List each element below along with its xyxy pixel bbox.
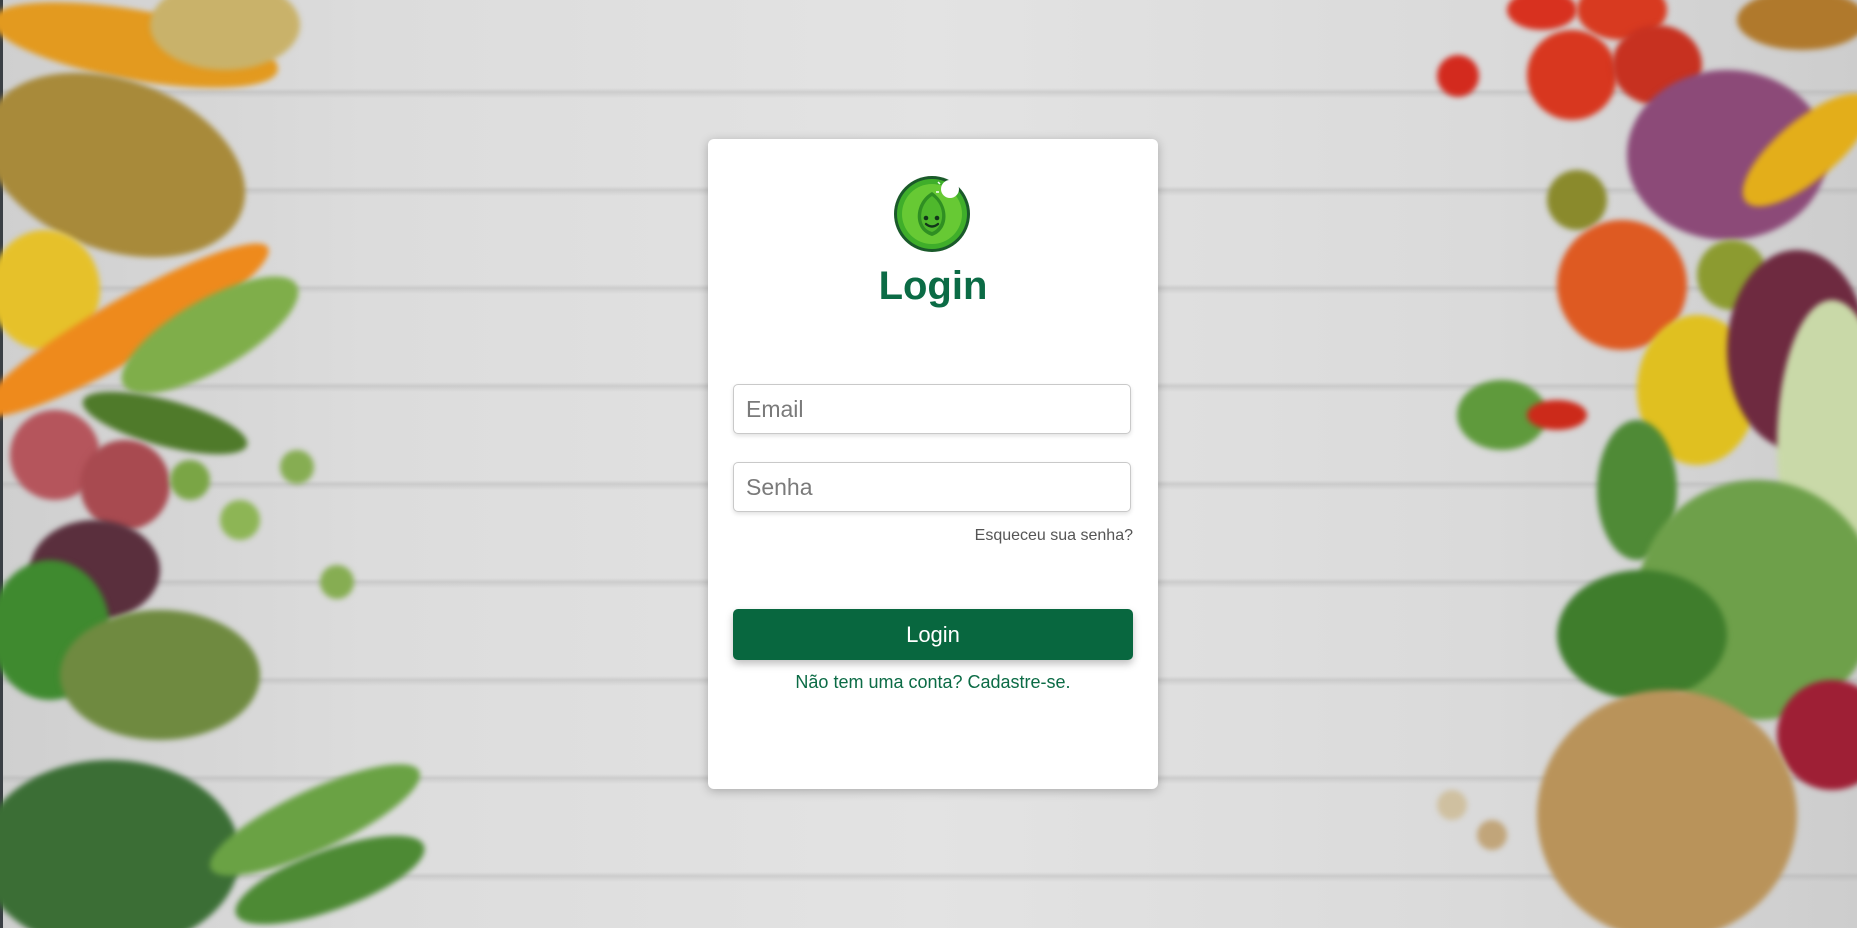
- login-button[interactable]: Login: [733, 609, 1133, 660]
- leaf-smile-logo-icon: [892, 174, 972, 254]
- email-input[interactable]: [733, 384, 1131, 434]
- background-produce-right: [1397, 0, 1857, 928]
- login-card: Login Esqueceu sua senha? Login Não tem …: [708, 139, 1158, 789]
- page-title: Login: [878, 264, 988, 308]
- background-produce-left: [0, 0, 460, 928]
- signup-link[interactable]: Não tem uma conta? Cadastre-se.: [708, 672, 1158, 693]
- password-input[interactable]: [733, 462, 1131, 512]
- login-page: Login Esqueceu sua senha? Login Não tem …: [0, 0, 1857, 928]
- forgot-password-link[interactable]: Esqueceu sua senha?: [975, 527, 1133, 545]
